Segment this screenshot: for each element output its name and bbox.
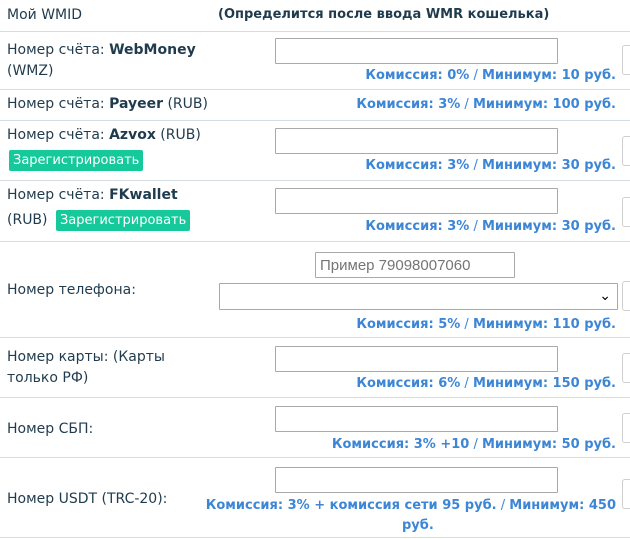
chevron-down-icon: ⌄ (599, 288, 611, 304)
fkwallet-account-input[interactable] (275, 188, 558, 214)
usdt-fee-continued: руб. (402, 518, 434, 533)
fkwallet-currency: (RUB) Зарегистрировать (7, 210, 191, 231)
sbp-fee: Комиссия: 3% +10 / Минимум: 50 руб. (331, 437, 616, 452)
row-card: Номер карты: (Карты только РФ) Комиссия:… (0, 337, 630, 398)
azvox-account-input[interactable] (275, 128, 558, 154)
sbp-side-control[interactable] (622, 413, 630, 443)
card-label: Номер карты: (Карты только РФ) (7, 349, 165, 386)
usdt-address-input[interactable] (275, 467, 558, 493)
row-payeer: Номер счёта: Payeer (RUB) Комиссия: 3% /… (0, 89, 630, 121)
azvox-name: Azvox (109, 127, 156, 143)
payeer-fee: Комиссия: 3% / Минимум: 100 руб. (356, 97, 616, 112)
azvox-fee: Комиссия: 3% / Минимум: 30 руб. (365, 158, 616, 173)
row-webmoney: Номер счёта: WebMoney (WMZ) Комиссия: 0%… (0, 31, 630, 90)
webmoney-side-control[interactable] (622, 45, 630, 75)
webmoney-label: Номер счёта: WebMoney (WMZ) (7, 42, 196, 79)
webmoney-fee: Комиссия: 0% / Минимум: 10 руб. (365, 68, 616, 83)
fkwallet-label: Номер счёта: FKwallet (7, 187, 178, 203)
card-number-input[interactable] (275, 346, 558, 372)
fkwallet-side-control[interactable] (622, 197, 630, 227)
fkwallet-register-button[interactable]: Зарегистрировать (55, 210, 191, 231)
payeer-name: Payeer (109, 96, 164, 112)
usdt-side-control[interactable] (622, 479, 630, 509)
azvox-side-control[interactable] (622, 136, 630, 166)
phone-side-control[interactable] (622, 281, 630, 311)
country-select[interactable]: ⌄ (219, 283, 618, 310)
row-fkwallet: Номер счёта: FKwallet (RUB) Зарегистриро… (0, 180, 630, 242)
fkwallet-fee: Комиссия: 3% / Минимум: 30 руб. (365, 219, 616, 234)
card-side-control[interactable] (622, 353, 630, 383)
sbp-label: Номер СБП: (7, 421, 94, 437)
card-fee: Комиссия: 6% / Минимум: 150 руб. (356, 376, 616, 391)
row-wmid: Мой WMID (Определится после ввода WMR ко… (0, 0, 630, 32)
webmoney-account-input[interactable] (275, 38, 558, 64)
sbp-number-input[interactable] (275, 406, 558, 432)
azvox-label: Номер счёта: Azvox (RUB) (7, 127, 201, 143)
fkwallet-name: FKwallet (109, 187, 178, 203)
usdt-fee: Комиссия: 3% + комиссия сети 95 руб. / М… (205, 498, 616, 513)
phone-fee: Комиссия: 5% / Минимум: 110 руб. (356, 317, 616, 332)
row-usdt: Номер USDT (TRC-20): Комиссия: 3% + коми… (0, 457, 630, 538)
row-azvox: Номер счёта: Azvox (RUB) Зарегистрироват… (0, 120, 630, 181)
wmid-label: Мой WMID (7, 7, 83, 23)
usdt-label: Номер USDT (TRC-20): (7, 491, 168, 507)
azvox-register-button[interactable]: Зарегистрировать (9, 150, 144, 171)
payeer-label: Номер счёта: Payeer (RUB) (7, 96, 208, 112)
wmid-note: (Определится после ввода WMR кошелька) (218, 7, 550, 22)
phone-input[interactable] (315, 252, 515, 278)
webmoney-name: WebMoney (109, 42, 196, 58)
phone-label: Номер телефона: (7, 282, 136, 298)
row-sbp: Номер СБП: Комиссия: 3% +10 / Минимум: 5… (0, 397, 630, 458)
row-phone: Номер телефона: ⌄ Комиссия: 5% / Минимум… (0, 241, 630, 338)
